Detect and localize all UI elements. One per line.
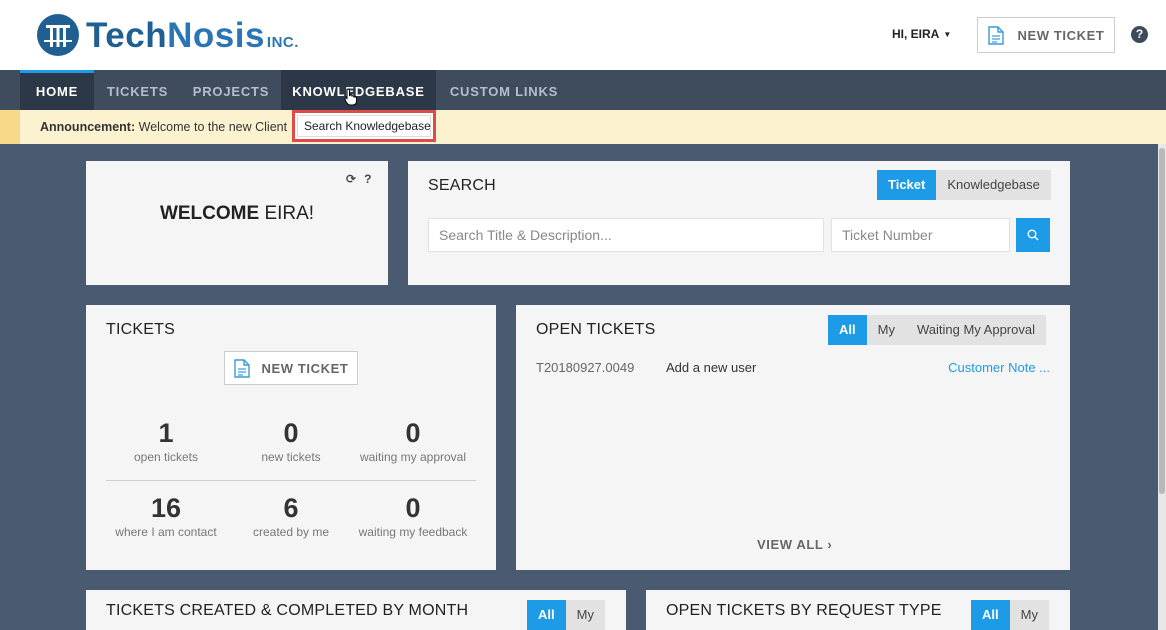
stat-value: 0 bbox=[405, 493, 421, 523]
nav-knowledgebase[interactable]: KNOWLEDGEBASE bbox=[281, 70, 436, 110]
document-icon bbox=[987, 25, 1004, 45]
main-nav: HOME TICKETS PROJECTS KNOWLEDGEBASE CUST… bbox=[0, 70, 1166, 110]
refresh-icon[interactable]: ⟳ bbox=[346, 172, 356, 186]
stat-label: waiting my feedback bbox=[358, 525, 468, 539]
open-tickets-title: OPEN TICKETS bbox=[536, 321, 656, 338]
filter-my[interactable]: My bbox=[565, 600, 605, 630]
search-card: SEARCH Ticket Knowledgebase Search Title… bbox=[408, 161, 1070, 285]
tickets-title: TICKETS bbox=[106, 321, 175, 338]
search-type-toggle: Ticket Knowledgebase bbox=[877, 170, 1051, 200]
user-greeting: HI, EIRA bbox=[892, 27, 940, 41]
nav-home[interactable]: HOME bbox=[20, 70, 94, 110]
search-icon bbox=[1027, 229, 1039, 241]
table-row[interactable]: T20180927.0049 Add a new user Customer N… bbox=[536, 360, 1050, 378]
open-tickets-filter: All My Waiting My Approval bbox=[828, 315, 1046, 345]
stat-value: 1 bbox=[158, 418, 174, 448]
nav-tickets[interactable]: TICKETS bbox=[94, 70, 181, 110]
logo-wordmark: TechNosis INC. bbox=[86, 18, 299, 53]
chevron-right-icon: › bbox=[827, 537, 833, 552]
tickets-by-type-card: OPEN TICKETS BY REQUEST TYPE All My bbox=[646, 590, 1070, 630]
filter-all[interactable]: All bbox=[828, 315, 867, 345]
tickets-by-month-card: TICKETS CREATED & COMPLETED BY MONTH All… bbox=[86, 590, 626, 630]
nav-custom-links[interactable]: CUSTOM LINKS bbox=[436, 70, 572, 110]
search-title: SEARCH bbox=[428, 177, 496, 194]
stat-created-by-me[interactable]: 6 created by me bbox=[226, 493, 356, 539]
view-all-label: VIEW ALL bbox=[757, 537, 824, 552]
announcement-text: Announcement: Welcome to the new Client bbox=[40, 120, 287, 134]
filter-all[interactable]: All bbox=[971, 600, 1010, 630]
stat-value: 6 bbox=[283, 493, 299, 523]
open-tickets-card: OPEN TICKETS All My Waiting My Approval … bbox=[516, 305, 1070, 570]
stat-contact[interactable]: 16 where I am contact bbox=[101, 493, 231, 539]
knowledgebase-dropdown: Search Knowledgebase bbox=[292, 110, 436, 142]
hand-cursor-icon bbox=[344, 88, 357, 106]
user-menu[interactable]: HI, EIRA ▼ bbox=[892, 27, 951, 41]
toggle-ticket[interactable]: Ticket bbox=[877, 170, 937, 200]
stat-value: 16 bbox=[150, 493, 182, 523]
document-icon bbox=[233, 358, 250, 378]
new-ticket-label: NEW TICKET bbox=[261, 360, 349, 376]
search-knowledgebase-menu-item[interactable]: Search Knowledgebase bbox=[297, 115, 431, 137]
search-button[interactable] bbox=[1016, 218, 1050, 252]
caret-down-icon: ▼ bbox=[943, 29, 952, 39]
help-icon[interactable]: ? bbox=[364, 172, 371, 186]
ticket-description[interactable]: Add a new user bbox=[666, 360, 756, 375]
announcement-accent bbox=[0, 110, 20, 144]
stat-label: new tickets bbox=[261, 450, 321, 464]
stat-waiting-approval[interactable]: 0 waiting my approval bbox=[348, 418, 478, 464]
view-all-link[interactable]: VIEW ALL › bbox=[757, 537, 832, 552]
announcement-message: Welcome to the new Client bbox=[138, 120, 288, 134]
page-scrollbar-thumb[interactable] bbox=[1159, 148, 1165, 494]
help-icon[interactable]: ? bbox=[1131, 26, 1148, 43]
stat-label: created by me bbox=[252, 525, 330, 539]
stat-label: open tickets bbox=[133, 450, 199, 464]
filter-my[interactable]: My bbox=[1009, 600, 1049, 630]
stat-value: 0 bbox=[283, 418, 299, 448]
nav-projects[interactable]: PROJECTS bbox=[181, 70, 281, 110]
search-title-input[interactable]: Search Title & Description... bbox=[428, 218, 824, 252]
app-header: TechNosis INC. HI, EIRA ▼ NEW TICKET ? bbox=[0, 0, 1166, 70]
new-ticket-button[interactable]: NEW TICKET bbox=[224, 351, 358, 385]
stat-value: 0 bbox=[405, 418, 421, 448]
welcome-card: ⟳ ? WELCOME EIRA! bbox=[86, 161, 388, 285]
logo-tech: Tech bbox=[86, 15, 168, 55]
stat-label: where I am contact bbox=[115, 525, 217, 539]
stat-waiting-feedback[interactable]: 0 waiting my feedback bbox=[348, 493, 478, 539]
header-new-ticket-button[interactable]: NEW TICKET bbox=[977, 17, 1115, 53]
stat-open-tickets[interactable]: 1 open tickets bbox=[101, 418, 231, 464]
stats-divider bbox=[106, 480, 476, 481]
tickets-card: TICKETS NEW TICKET 1 open tickets 0 new … bbox=[86, 305, 496, 570]
logo-icon bbox=[37, 14, 79, 56]
customer-note-link[interactable]: Customer Note ... bbox=[948, 360, 1050, 375]
tickets-by-month-filter: All My bbox=[527, 600, 605, 630]
welcome-card-tools: ⟳ ? bbox=[346, 172, 371, 186]
welcome-message: WELCOME EIRA! bbox=[86, 203, 388, 225]
filter-waiting-approval[interactable]: Waiting My Approval bbox=[905, 315, 1046, 345]
tickets-by-month-title: TICKETS CREATED & COMPLETED BY MONTH bbox=[106, 602, 469, 619]
welcome-name: EIRA! bbox=[264, 203, 315, 224]
header-new-ticket-label: NEW TICKET bbox=[1017, 27, 1105, 43]
tickets-by-type-title: OPEN TICKETS BY REQUEST TYPE bbox=[666, 602, 942, 619]
welcome-bold: WELCOME bbox=[159, 203, 260, 224]
ticket-number-input[interactable]: Ticket Number bbox=[831, 218, 1010, 252]
filter-all[interactable]: All bbox=[527, 600, 566, 630]
ticket-id[interactable]: T20180927.0049 bbox=[536, 360, 634, 375]
filter-my[interactable]: My bbox=[866, 315, 906, 345]
announcement-label: Announcement: bbox=[40, 120, 136, 134]
logo-nosis: Nosis bbox=[167, 15, 265, 55]
announcement-banner: Announcement: Welcome to the new Client bbox=[0, 110, 1166, 144]
technosis-logo[interactable]: TechNosis INC. bbox=[36, 12, 299, 58]
stat-new-tickets[interactable]: 0 new tickets bbox=[226, 418, 356, 464]
tickets-by-type-filter: All My bbox=[971, 600, 1049, 630]
logo-inc: INC. bbox=[266, 33, 299, 51]
toggle-knowledgebase[interactable]: Knowledgebase bbox=[936, 170, 1051, 200]
stat-label: waiting my approval bbox=[359, 450, 467, 464]
